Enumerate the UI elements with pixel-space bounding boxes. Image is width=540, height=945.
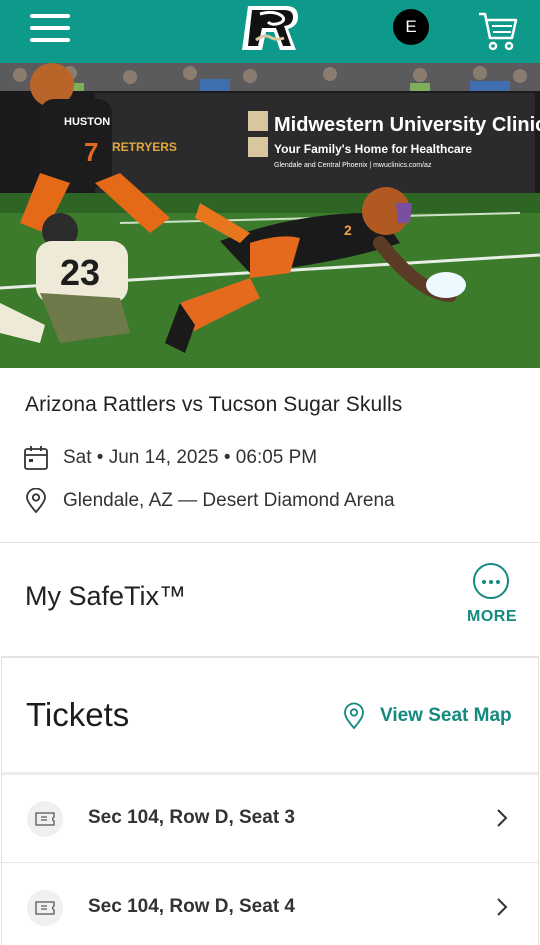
ticket-row[interactable]: Sec 104, Row D, Seat 3	[2, 775, 538, 863]
location-pin-icon	[26, 488, 46, 514]
banner-subtitle: Your Family's Home for Healthcare	[274, 142, 472, 156]
ticket-icon	[27, 890, 63, 926]
tickets-title: Tickets	[26, 696, 130, 733]
banner-title: Midwestern University Clinics	[274, 114, 540, 136]
event-location-row: Glendale, AZ — Desert Diamond Arena	[23, 488, 395, 514]
event-title: Arizona Rattlers vs Tucson Sugar Skulls	[25, 393, 403, 416]
view-seat-map-label: View Seat Map	[380, 705, 512, 726]
more-label: MORE	[467, 608, 517, 625]
safetix-title: My SafeTix™	[25, 581, 187, 611]
event-date-row: Sat • Jun 14, 2025 • 06:05 PM	[23, 445, 317, 471]
event-hero-image: RETRYERS Midwestern University Clinics Y…	[0, 63, 540, 368]
more-dots-icon	[473, 563, 509, 599]
banner-ad-text: RETRYERS	[112, 140, 177, 154]
tickets-panel: Tickets View Seat Map Sec 104, Row D, Se…	[1, 656, 539, 945]
shopping-cart-icon[interactable]	[478, 10, 518, 52]
event-location: Glendale, AZ — Desert Diamond Arena	[63, 490, 395, 511]
user-avatar[interactable]: E	[393, 9, 429, 45]
ticket-row[interactable]: Sec 104, Row D, Seat 4	[2, 864, 538, 945]
chevron-right-icon	[497, 898, 508, 916]
chevron-right-icon	[497, 809, 508, 827]
more-button[interactable]: MORE	[463, 563, 521, 647]
rattlers-logo-icon[interactable]	[240, 4, 300, 52]
safetix-section: My SafeTix™ MORE	[0, 543, 540, 656]
ticket-seat-label: Sec 104, Row D, Seat 3	[88, 807, 295, 828]
jersey-number-left: 7	[84, 137, 98, 167]
ticket-seat-label: Sec 104, Row D, Seat 4	[88, 896, 295, 917]
view-seat-map-link[interactable]: View Seat Map	[342, 702, 512, 730]
hamburger-menu-icon[interactable]	[30, 14, 70, 42]
ticket-icon	[27, 801, 63, 837]
calendar-icon	[24, 446, 48, 470]
tickets-header: Tickets View Seat Map	[2, 658, 538, 775]
event-info-section: Arizona Rattlers vs Tucson Sugar Skulls …	[0, 368, 540, 543]
event-date-time: Sat • Jun 14, 2025 • 06:05 PM	[63, 447, 318, 468]
jersey-name-left: HUSTON	[64, 116, 110, 128]
jersey-number-middle: 23	[60, 252, 100, 293]
banner-small-text: Glendale and Central Phoenix | mwuclinic…	[274, 162, 432, 169]
map-pin-icon	[344, 702, 364, 730]
jersey-number-diving: 2	[344, 222, 352, 238]
top-bar: E	[0, 0, 540, 63]
